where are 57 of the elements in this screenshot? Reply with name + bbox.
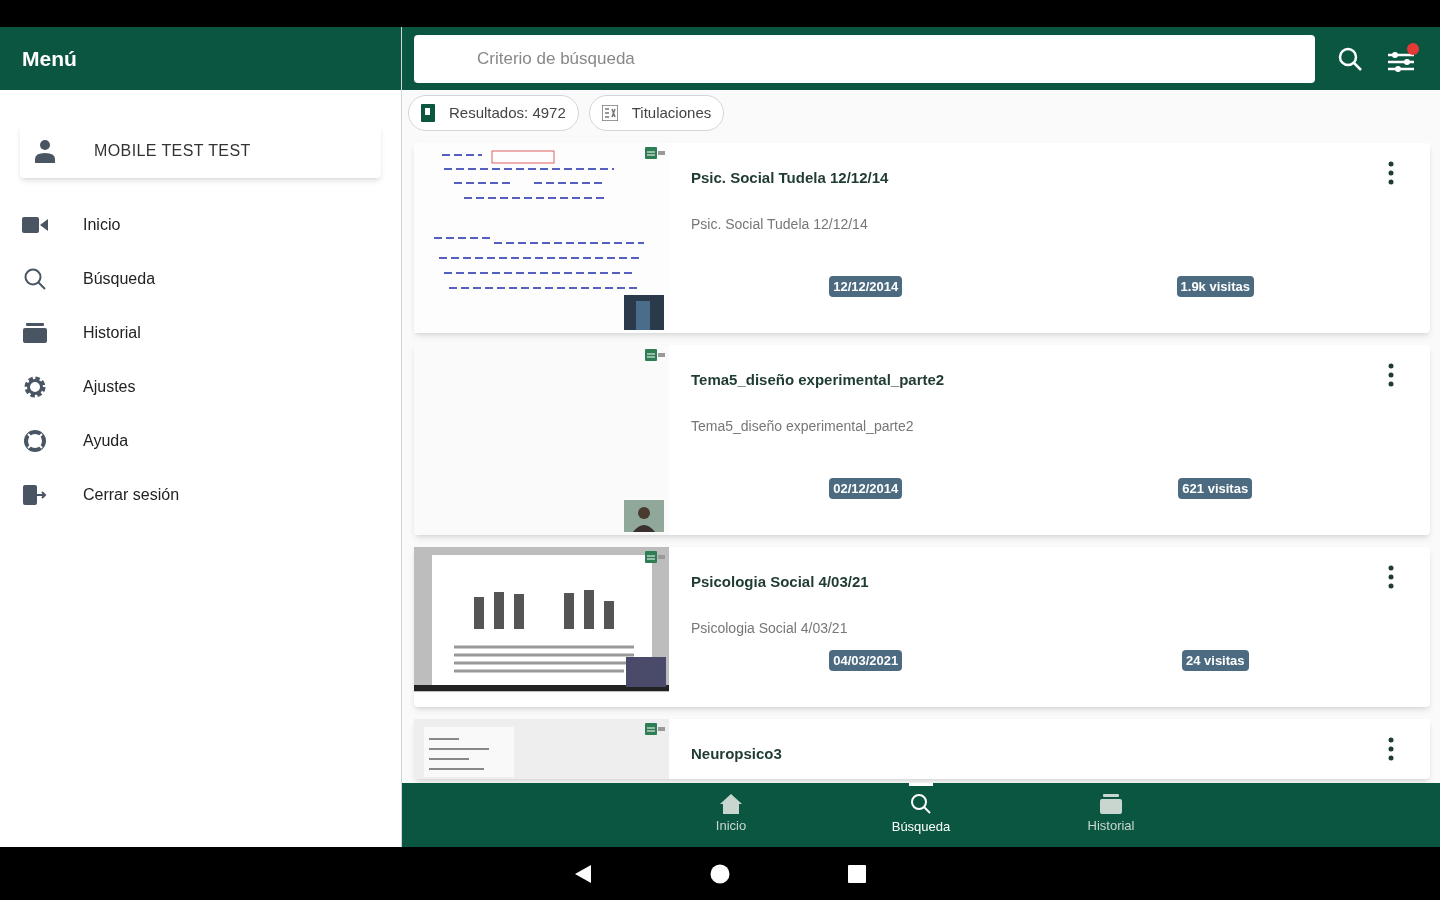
views-badge: 24 visitas bbox=[1181, 649, 1249, 671]
result-title[interactable]: Tema5_diseño experimental_parte2 bbox=[691, 369, 1430, 392]
result-card[interactable]: Psic. Social Tudela 12/12/14 Psic. Social Tudela 12/12/14 12/12/2014 1.9k visitas bbox=[414, 143, 1430, 333]
filter-icon[interactable] bbox=[1385, 42, 1419, 75]
search-field[interactable]: Criterio de búsqueda bbox=[414, 34, 1315, 83]
home-icon bbox=[720, 794, 742, 815]
person-icon bbox=[34, 139, 56, 163]
menu-item[interactable]: Ajustes bbox=[83, 375, 136, 399]
nav-tab[interactable]: Historial bbox=[1061, 783, 1161, 847]
menu-item[interactable]: Inicio bbox=[83, 213, 121, 237]
more-icon[interactable] bbox=[1388, 363, 1394, 387]
box-icon bbox=[23, 323, 47, 343]
more-icon[interactable] bbox=[1388, 161, 1394, 185]
caption-icon bbox=[645, 551, 665, 563]
more-icon[interactable] bbox=[1388, 565, 1394, 589]
menu-item[interactable]: Ayuda bbox=[83, 429, 129, 453]
result-title[interactable]: Psicologia Social 4/03/21 bbox=[691, 571, 1430, 594]
date-badge: 04/03/2021 bbox=[829, 649, 903, 671]
nav-tab[interactable]: Inicio bbox=[681, 783, 781, 847]
user-card[interactable]: MOBILE TEST TEST bbox=[20, 124, 381, 178]
recents-icon[interactable] bbox=[848, 864, 866, 883]
user-name: MOBILE TEST TEST bbox=[94, 141, 251, 161]
views-badge: 1.9k visitas bbox=[1176, 275, 1254, 297]
date-badge: 02/12/2014 bbox=[829, 477, 903, 499]
caption-icon bbox=[645, 723, 665, 735]
home-circle-icon[interactable] bbox=[710, 863, 730, 884]
nav-tab[interactable]: Búsqueda bbox=[871, 783, 971, 847]
result-card[interactable]: Psicologia Social 4/03/21 Psicologia Social 4/03/21 04/03/2021 24 visitas bbox=[414, 547, 1430, 707]
search-icon bbox=[23, 267, 47, 291]
gear-icon bbox=[23, 375, 47, 399]
caption-icon bbox=[645, 349, 665, 361]
logout-icon bbox=[23, 485, 47, 505]
drawer-title: Menú bbox=[22, 45, 77, 72]
result-card[interactable]: Neuropsico3 bbox=[414, 719, 1430, 779]
result-title[interactable]: Psic. Social Tudela 12/12/14 bbox=[691, 167, 1430, 190]
result-subtitle: Tema5_diseño experimental_parte2 bbox=[691, 416, 915, 436]
result-subtitle: Psic. Social Tudela 12/12/14 bbox=[691, 214, 869, 234]
filter-chip[interactable]: Titulaciones bbox=[588, 95, 725, 131]
caption-icon bbox=[645, 147, 665, 159]
book-icon bbox=[421, 104, 435, 122]
menu-item[interactable]: Historial bbox=[83, 321, 141, 345]
back-icon[interactable] bbox=[574, 863, 592, 884]
result-title[interactable]: Neuropsico3 bbox=[691, 743, 1430, 766]
grid-icon bbox=[601, 105, 618, 121]
menu-item[interactable]: Cerrar sesión bbox=[83, 483, 180, 507]
box-icon bbox=[1100, 794, 1122, 815]
views-badge: 621 visitas bbox=[1178, 477, 1253, 499]
result-card[interactable]: Tema5_diseño experimental_parte2 Tema5_diseño experimental_parte2 02/12/2014 621 visitas bbox=[414, 345, 1430, 535]
more-icon[interactable] bbox=[1388, 737, 1394, 761]
search-icon bbox=[910, 793, 932, 816]
filter-chip[interactable]: Resultados: 4972 bbox=[408, 95, 579, 131]
result-subtitle: Psicologia Social 4/03/21 bbox=[691, 618, 849, 638]
menu-item[interactable]: Búsqueda bbox=[83, 267, 156, 291]
lifebuoy-icon bbox=[23, 429, 47, 453]
video-icon bbox=[22, 216, 48, 234]
date-badge: 12/12/2014 bbox=[829, 275, 903, 297]
search-icon[interactable] bbox=[1337, 45, 1363, 72]
